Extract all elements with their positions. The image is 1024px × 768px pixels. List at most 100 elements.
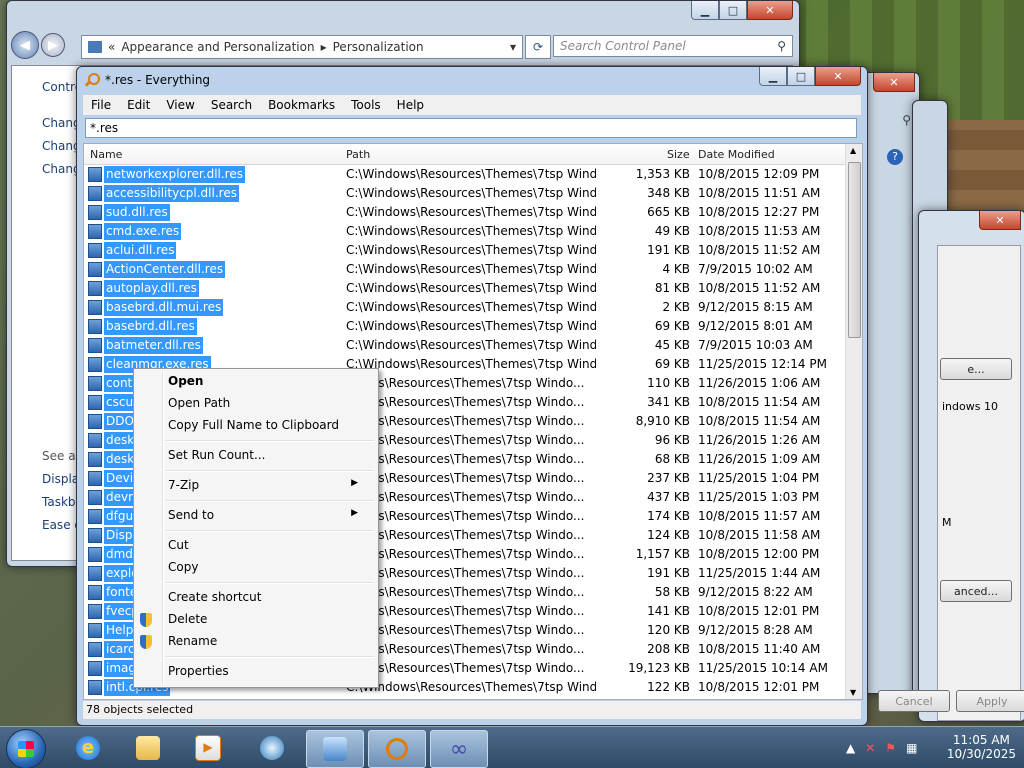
- file-name-cell[interactable]: Displ: [88, 527, 138, 544]
- file-path: ndows\Resources\Themes\7tsp Windo...: [346, 471, 585, 485]
- menu-item-create-shortcut[interactable]: Create shortcut: [168, 590, 261, 604]
- taskbar-internet-explorer[interactable]: e: [60, 730, 116, 766]
- file-name-cell[interactable]: sud.dll.res: [88, 204, 170, 221]
- table-row[interactable]: cmd.exe.res C:\Windows\Resources\Themes\7…: [84, 222, 846, 241]
- file-name-cell[interactable]: basebrd.dll.mui.res: [88, 299, 224, 316]
- volume-muted-icon[interactable]: ✕: [865, 741, 875, 755]
- taskbar-browser[interactable]: [244, 730, 300, 766]
- menu-item-properties[interactable]: Properties: [168, 664, 229, 678]
- scroll-down-arrow-icon[interactable]: ▼: [850, 688, 856, 697]
- table-row[interactable]: batmeter.dll.res C:\Windows\Resources\The…: [84, 336, 846, 355]
- column-header-size[interactable]: Size: [667, 148, 690, 161]
- menu-item-open-path[interactable]: Open Path: [168, 396, 230, 410]
- address-dropdown-icon[interactable]: ▾: [510, 40, 516, 54]
- table-row[interactable]: aclui.dll.res C:\Windows\Resources\Themes…: [84, 241, 846, 260]
- file-name-cell[interactable]: Help: [88, 622, 136, 639]
- forward-arrow-icon[interactable]: ▶: [41, 33, 65, 57]
- menu-file[interactable]: File: [83, 98, 119, 112]
- menu-item-set-run-count[interactable]: Set Run Count...: [168, 448, 265, 462]
- menu-edit[interactable]: Edit: [119, 98, 158, 112]
- maximize-button[interactable]: □: [787, 67, 815, 86]
- action-center-icon[interactable]: ⚑: [885, 741, 896, 755]
- menu-item-delete[interactable]: Delete: [168, 612, 207, 626]
- file-name-cell[interactable]: imag: [88, 660, 138, 677]
- minimize-button[interactable]: ▁: [691, 1, 719, 20]
- file-name-cell[interactable]: fonte: [88, 584, 140, 601]
- clock-date: 10/30/2025: [946, 747, 1016, 761]
- dialog-button-1[interactable]: e...: [940, 358, 1012, 380]
- file-path: C:\Windows\Resources\Themes\7tsp Windo..…: [346, 319, 596, 333]
- file-name-cell[interactable]: autoplay.dll.res: [88, 280, 199, 297]
- file-path: C:\Windows\Resources\Themes\7tsp Windo..…: [346, 338, 596, 352]
- menu-item-7zip[interactable]: 7-Zip ▶: [168, 478, 368, 492]
- breadcrumb-personalization[interactable]: Personalization: [333, 40, 424, 54]
- menu-item-cut[interactable]: Cut: [168, 538, 189, 552]
- column-header-date[interactable]: Date Modified: [698, 148, 775, 161]
- scroll-up-arrow-icon[interactable]: ▲: [850, 146, 856, 155]
- file-name-cell[interactable]: cmd.exe.res: [88, 223, 182, 240]
- column-header-name[interactable]: Name: [90, 148, 122, 161]
- maximize-button[interactable]: □: [719, 1, 747, 20]
- scrollbar-thumb[interactable]: [848, 162, 861, 338]
- everything-search-input[interactable]: *.res: [85, 118, 857, 138]
- file-icon: [88, 338, 102, 353]
- table-row[interactable]: sud.dll.res C:\Windows\Resources\Themes\7…: [84, 203, 846, 222]
- taskbar-media-player[interactable]: ▶: [180, 730, 236, 766]
- menu-item-open[interactable]: Open: [168, 374, 203, 388]
- menu-help[interactable]: Help: [389, 98, 432, 112]
- close-button[interactable]: ✕: [979, 211, 1021, 230]
- breadcrumb-appearance[interactable]: Appearance and Personalization: [121, 40, 314, 54]
- control-panel-search-input[interactable]: Search Control Panel ⚲: [553, 35, 793, 57]
- file-name-cell[interactable]: icard: [88, 641, 138, 658]
- table-row[interactable]: basebrd.dll.res C:\Windows\Resources\Them…: [84, 317, 846, 336]
- show-hidden-icons-icon[interactable]: ▲: [846, 741, 855, 755]
- back-arrow-icon[interactable]: ◀: [11, 31, 39, 59]
- taskbar-everything[interactable]: [368, 730, 426, 768]
- file-name-cell[interactable]: ActionCenter.dll.res: [88, 261, 226, 278]
- table-row[interactable]: basebrd.dll.mui.res C:\Windows\Resources\…: [84, 298, 846, 317]
- refresh-icon[interactable]: ⟳: [525, 35, 551, 59]
- column-header-path[interactable]: Path: [346, 148, 370, 161]
- menu-search[interactable]: Search: [203, 98, 260, 112]
- taskbar: e ▶ ∞ ▲ ✕ ⚑ ▦ 11:05 AM 10/30/2025: [0, 726, 1024, 768]
- file-path: ndows\Resources\Themes\7tsp Windo...: [346, 452, 585, 466]
- menu-item-send-to[interactable]: Send to ▶: [168, 508, 368, 522]
- close-button[interactable]: ✕: [815, 67, 861, 86]
- table-row[interactable]: networkexplorer.dll.res C:\Windows\Resour…: [84, 165, 846, 184]
- file-name-cell[interactable]: batmeter.dll.res: [88, 337, 203, 354]
- search-icon[interactable]: ⚲: [902, 113, 911, 127]
- file-name-cell[interactable]: DDOI: [88, 413, 140, 430]
- network-icon[interactable]: ▦: [906, 741, 917, 755]
- menu-bookmarks[interactable]: Bookmarks: [260, 98, 343, 112]
- clock[interactable]: 11:05 AM 10/30/2025: [947, 733, 1016, 761]
- apply-button[interactable]: Apply: [956, 690, 1024, 712]
- taskbar-file-explorer[interactable]: [120, 730, 176, 766]
- file-name-cell[interactable]: contr: [88, 375, 140, 392]
- table-row[interactable]: autoplay.dll.res C:\Windows\Resources\The…: [84, 279, 846, 298]
- file-name-cell[interactable]: accessibilitycpl.dll.res: [88, 185, 239, 202]
- taskbar-app[interactable]: ∞: [430, 730, 488, 768]
- menu-item-copy-full-name[interactable]: Copy Full Name to Clipboard: [168, 418, 339, 432]
- breadcrumb-overflow[interactable]: «: [108, 40, 115, 54]
- advanced-button[interactable]: anced...: [940, 580, 1012, 602]
- file-name-cell[interactable]: cscui: [88, 394, 139, 411]
- help-icon[interactable]: ?: [887, 149, 903, 165]
- vertical-scrollbar[interactable]: ▲ ▼: [845, 144, 862, 699]
- file-name-cell[interactable]: dfgui: [88, 508, 139, 525]
- minimize-button[interactable]: ▁: [759, 67, 787, 86]
- file-name-cell[interactable]: networkexplorer.dll.res: [88, 166, 245, 183]
- table-row[interactable]: ActionCenter.dll.res C:\Windows\Resources…: [84, 260, 846, 279]
- address-bar[interactable]: « Appearance and Personalization ▸ Perso…: [81, 35, 523, 59]
- menu-item-copy[interactable]: Copy: [168, 560, 198, 574]
- start-button[interactable]: [6, 729, 46, 768]
- menu-tools[interactable]: Tools: [343, 98, 389, 112]
- file-name-cell[interactable]: basebrd.dll.res: [88, 318, 197, 335]
- close-button[interactable]: ✕: [747, 1, 793, 20]
- menu-item-rename[interactable]: Rename: [168, 634, 217, 648]
- file-name-cell[interactable]: aclui.dll.res: [88, 242, 177, 259]
- menu-view[interactable]: View: [158, 98, 202, 112]
- table-row[interactable]: accessibilitycpl.dll.res C:\Windows\Resou…: [84, 184, 846, 203]
- close-button[interactable]: ✕: [873, 73, 915, 92]
- taskbar-control-panel[interactable]: [306, 730, 364, 768]
- cancel-button[interactable]: Cancel: [878, 690, 950, 712]
